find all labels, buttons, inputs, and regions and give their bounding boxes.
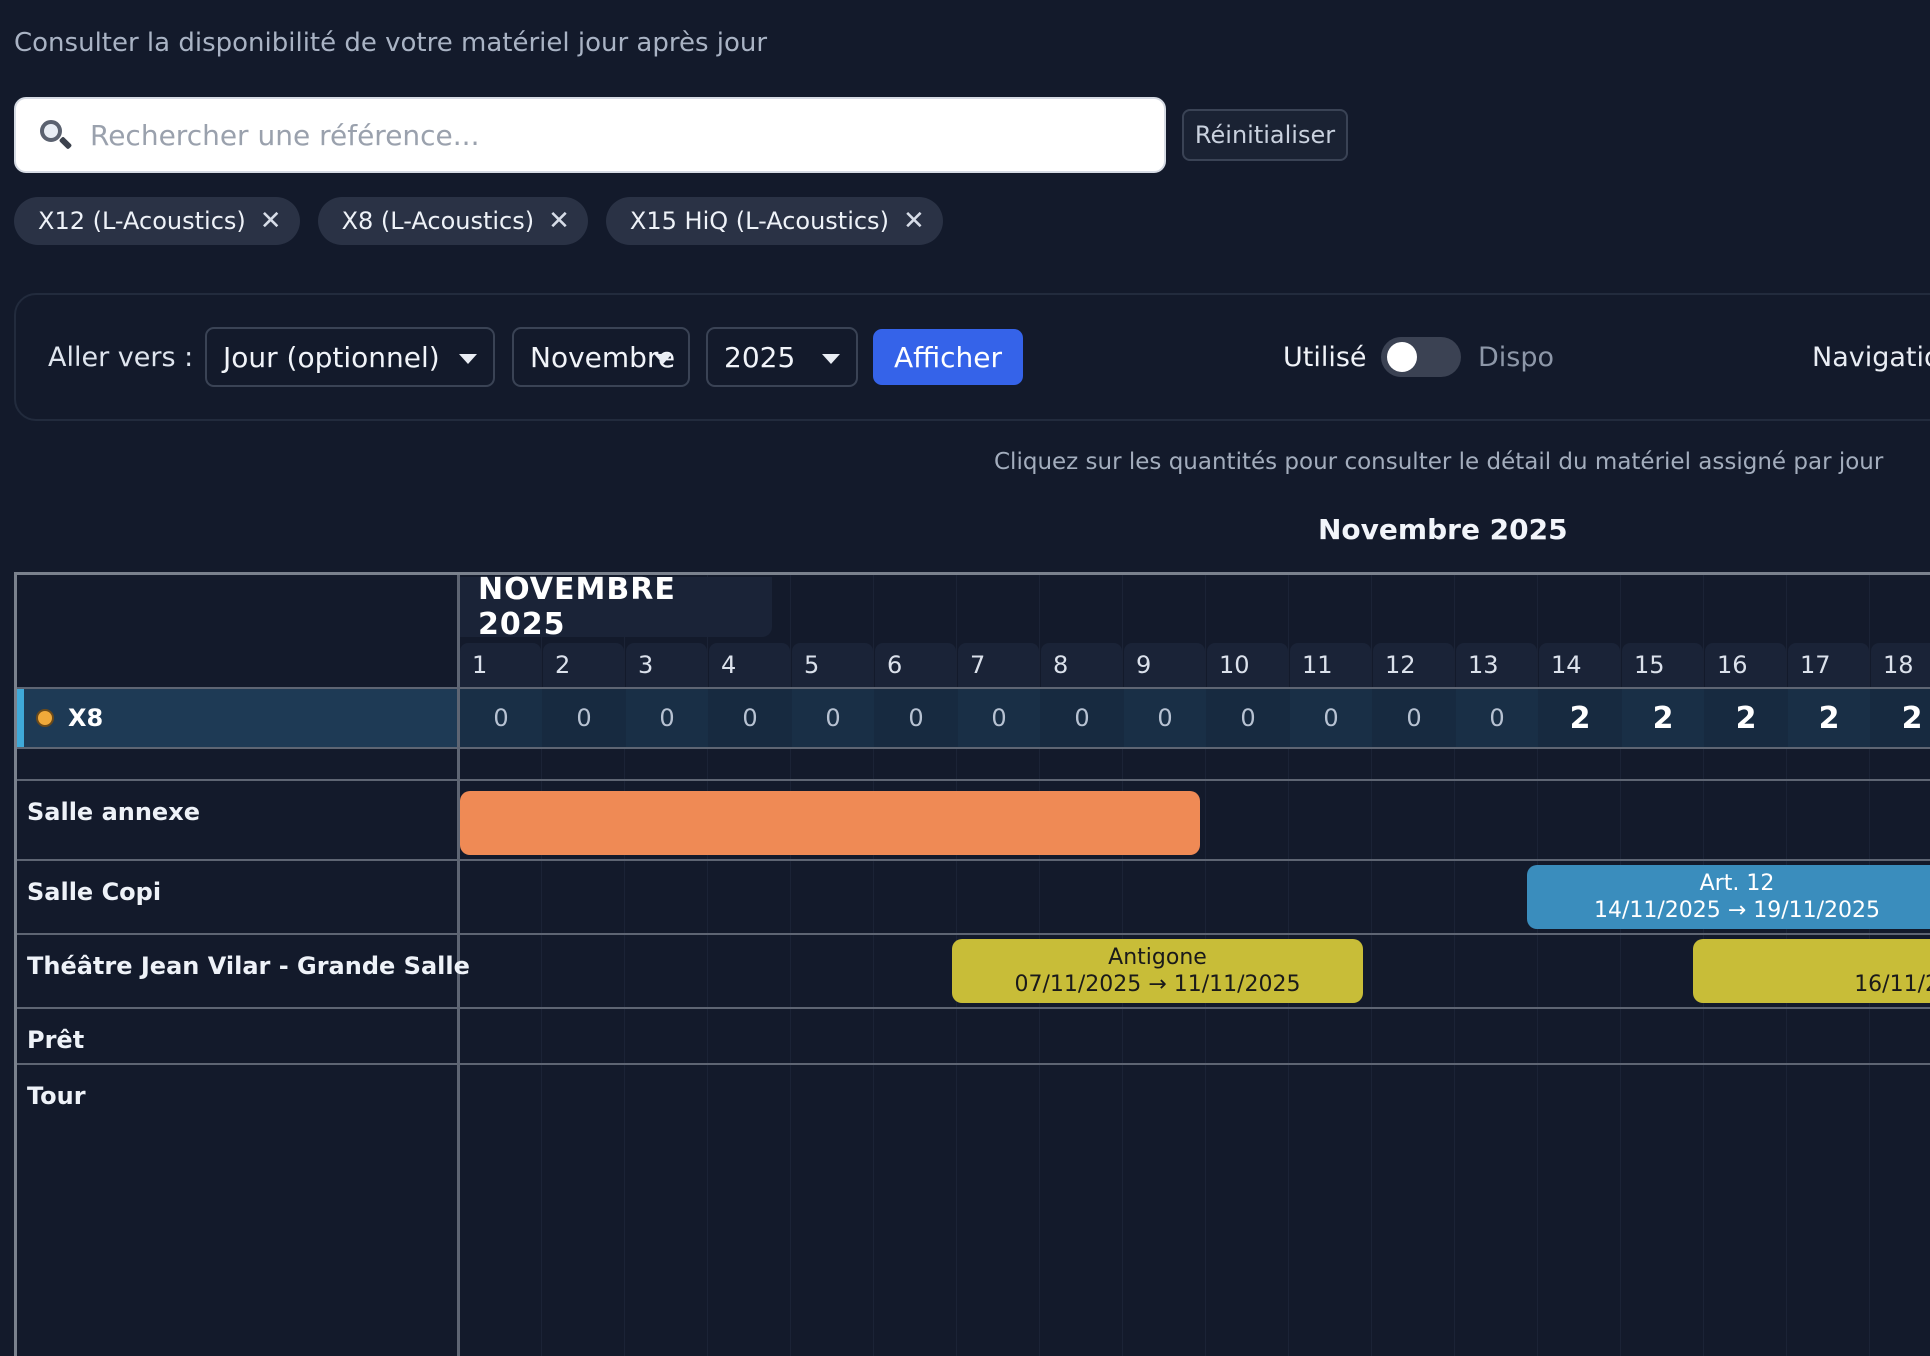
chevron-down-icon xyxy=(822,354,840,364)
day-header: 7 xyxy=(958,643,1039,687)
equipment-row-x8[interactable]: X8 xyxy=(17,689,457,747)
booking-bar-partial[interactable]: B 16/11/20 xyxy=(1693,939,1930,1003)
year-select[interactable]: 2025 xyxy=(706,327,858,387)
row-divider xyxy=(17,933,1930,935)
day-header: 15 xyxy=(1622,643,1703,687)
quantity-cell[interactable]: 0 xyxy=(626,689,708,747)
quantity-cell[interactable]: 0 xyxy=(1124,689,1206,747)
search-box[interactable] xyxy=(14,97,1166,173)
chevron-down-icon xyxy=(459,354,477,364)
day-header: 12 xyxy=(1373,643,1454,687)
toggle-knob xyxy=(1387,342,1417,372)
quantity-cell[interactable]: 2 xyxy=(1705,689,1787,747)
reset-button[interactable]: Réinitialiser xyxy=(1182,109,1348,161)
quantity-cell[interactable]: 0 xyxy=(875,689,957,747)
filter-chip: X15 HiQ (L-Acoustics) ✕ xyxy=(605,197,943,245)
filter-chip-label: X15 HiQ (L-Acoustics) xyxy=(629,207,889,235)
day-header: 18 xyxy=(1871,643,1930,687)
filter-chip-label: X8 (L-Acoustics) xyxy=(341,207,535,235)
navigation-label: Navigation xyxy=(1812,342,1930,373)
quantity-cell[interactable]: 2 xyxy=(1788,689,1870,747)
quantity-cell[interactable]: 2 xyxy=(1539,689,1621,747)
search-input[interactable] xyxy=(90,118,1164,152)
quantity-cell[interactable]: 0 xyxy=(792,689,874,747)
row-divider xyxy=(17,747,1930,749)
row-divider xyxy=(17,859,1930,861)
day-header: 1 xyxy=(460,643,541,687)
quantity-cell[interactable]: 0 xyxy=(709,689,791,747)
day-header: 13 xyxy=(1456,643,1537,687)
quantity-cell[interactable]: 0 xyxy=(1290,689,1372,747)
hint-text: Cliquez sur les quantités pour consulter… xyxy=(994,449,1884,475)
goto-label: Aller vers : xyxy=(48,342,194,373)
day-header: 2 xyxy=(543,643,624,687)
quantity-cell[interactable]: 2 xyxy=(1871,689,1930,747)
show-button[interactable]: Afficher xyxy=(873,329,1023,385)
month-select[interactable]: Novembre xyxy=(512,327,690,387)
day-header: 5 xyxy=(792,643,873,687)
quantity-cell[interactable]: 0 xyxy=(1041,689,1123,747)
calendar-month-header: NOVEMBRE 2025 xyxy=(460,575,772,642)
remove-chip-icon[interactable]: ✕ xyxy=(548,208,570,234)
quantity-cell[interactable]: 0 xyxy=(958,689,1040,747)
status-dot xyxy=(36,709,54,727)
remove-chip-icon[interactable]: ✕ xyxy=(903,208,925,234)
filter-chip: X12 (L-Acoustics) ✕ xyxy=(14,197,300,245)
day-select-value: Jour (optionnel) xyxy=(223,340,440,374)
day-header: 16 xyxy=(1705,643,1786,687)
quantity-cell[interactable]: 0 xyxy=(460,689,542,747)
toggle-dispo-label: Dispo xyxy=(1478,342,1555,373)
used-dispo-toggle[interactable] xyxy=(1381,337,1461,377)
equipment-name: X8 xyxy=(68,704,104,732)
booking-title: Art. 12 xyxy=(1699,871,1775,896)
day-header: 10 xyxy=(1207,643,1288,687)
quantity-cell[interactable]: 0 xyxy=(1207,689,1289,747)
day-header: 14 xyxy=(1539,643,1620,687)
day-header: 3 xyxy=(626,643,707,687)
row-divider xyxy=(17,1007,1930,1009)
filter-chip: X8 (L-Acoustics) ✕ xyxy=(317,197,588,245)
day-header: 9 xyxy=(1124,643,1205,687)
room-label-salle-annexe: Salle annexe xyxy=(27,798,200,826)
filter-chips: X12 (L-Acoustics) ✕ X8 (L-Acoustics) ✕ X… xyxy=(14,197,943,245)
booking-bar-art-12[interactable]: Art. 12 14/11/2025 → 19/11/2025 xyxy=(1527,865,1930,929)
booking-dates: 07/11/2025 → 11/11/2025 xyxy=(1014,972,1301,997)
day-header: 17 xyxy=(1788,643,1869,687)
quantity-cell[interactable]: 0 xyxy=(1456,689,1538,747)
day-select[interactable]: Jour (optionnel) xyxy=(205,327,495,387)
quantity-cell[interactable]: 2 xyxy=(1622,689,1704,747)
room-label-tour: Tour xyxy=(27,1082,86,1110)
remove-chip-icon[interactable]: ✕ xyxy=(260,208,282,234)
page-subtitle: Consulter la disponibilité de votre maté… xyxy=(14,28,768,58)
chevron-down-icon xyxy=(654,354,672,364)
toggle-used-label: Utilisé xyxy=(1283,342,1367,373)
availability-grid: NOVEMBRE 2025 1 2 3 4 5 6 7 8 9 10 11 12 13 14 15 16 17 1… xyxy=(14,572,1930,1356)
filter-chip-label: X12 (L-Acoustics) xyxy=(38,207,246,235)
year-select-value: 2025 xyxy=(724,340,796,374)
booking-bar-antigone[interactable]: Antigone 07/11/2025 → 11/11/2025 xyxy=(952,939,1363,1003)
month-title: Novembre 2025 xyxy=(1318,513,1568,546)
booking-dates: 14/11/2025 → 19/11/2025 xyxy=(1593,898,1881,923)
booking-dates: 16/11/20 xyxy=(1854,972,1930,997)
day-header: 11 xyxy=(1290,643,1371,687)
day-header: 4 xyxy=(709,643,790,687)
booking-bar[interactable] xyxy=(460,791,1200,855)
room-label-salle-copi: Salle Copi xyxy=(27,878,162,906)
room-label-pret: Prêt xyxy=(27,1026,85,1054)
row-divider xyxy=(17,1063,1930,1065)
room-label-theatre-jean-vilar: Théâtre Jean Vilar - Grande Salle xyxy=(27,952,470,980)
search-icon xyxy=(38,118,73,152)
day-header: 8 xyxy=(1041,643,1122,687)
quantity-cell[interactable]: 0 xyxy=(543,689,625,747)
day-header: 6 xyxy=(875,643,956,687)
quantity-cell[interactable]: 0 xyxy=(1373,689,1455,747)
booking-title: Antigone xyxy=(1108,945,1207,970)
row-divider xyxy=(17,779,1930,781)
